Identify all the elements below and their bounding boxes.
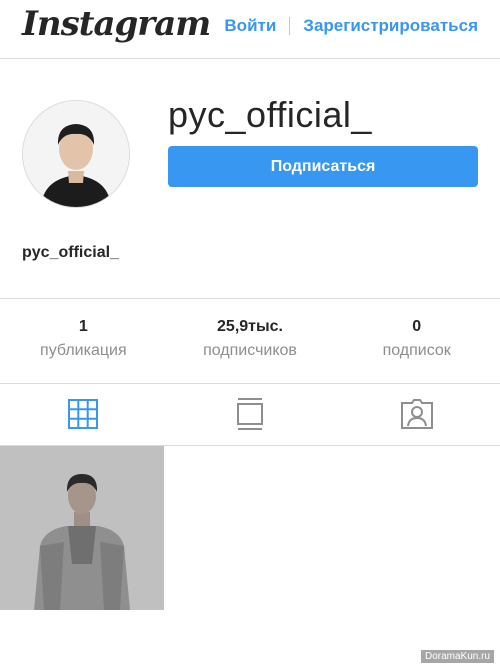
- watermark: DoramaKun.ru: [420, 650, 494, 663]
- profile-tabs: [0, 383, 500, 446]
- avatar[interactable]: [22, 100, 130, 208]
- stat-followers[interactable]: 25,9тыс. подписчиков: [167, 299, 334, 383]
- tab-tagged[interactable]: [333, 383, 500, 445]
- avatar-photo: [23, 101, 129, 207]
- auth-links: Войти Зарегистрироваться: [224, 16, 478, 36]
- divider: [289, 17, 291, 35]
- follow-button[interactable]: Подписаться: [168, 146, 478, 187]
- grid-icon: [68, 399, 99, 429]
- profile-full-name: pyc_official_: [22, 244, 119, 261]
- stat-value: 1: [78, 318, 88, 335]
- stat-label: подписчиков: [203, 342, 297, 359]
- signup-link[interactable]: Зарегистрироваться: [303, 16, 478, 36]
- stat-following[interactable]: 0 подписок: [333, 299, 500, 383]
- stat-value: 0: [412, 318, 422, 335]
- stat-label: подписок: [382, 342, 451, 359]
- profile-stats: 1 публикация 25,9тыс. подписчиков 0 подп…: [0, 298, 500, 384]
- post-photo: [0, 446, 164, 610]
- stat-label: публикация: [40, 342, 127, 359]
- post-thumbnail[interactable]: [0, 446, 164, 610]
- tab-grid[interactable]: [0, 383, 167, 445]
- stat-value: 25,9тыс.: [217, 318, 283, 335]
- tagged-icon: [400, 399, 433, 429]
- profile-username: pyc_official_: [168, 94, 372, 135]
- login-link[interactable]: Войти: [224, 16, 276, 36]
- feed-icon: [237, 398, 263, 430]
- top-bar: Instagram Войти Зарегистрироваться: [0, 0, 500, 59]
- stat-posts: 1 публикация: [0, 299, 167, 383]
- tab-feed[interactable]: [167, 383, 334, 445]
- instagram-logo[interactable]: Instagram: [22, 4, 211, 44]
